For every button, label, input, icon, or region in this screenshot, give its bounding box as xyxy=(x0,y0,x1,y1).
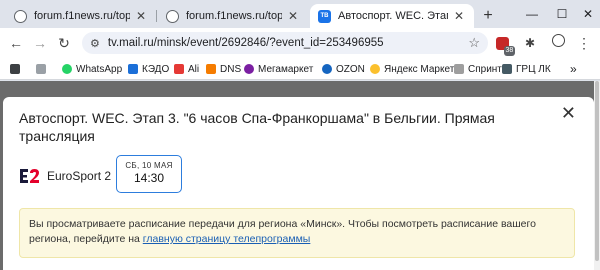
bookmark-folder-icon[interactable] xyxy=(36,61,50,77)
sprint-icon xyxy=(454,64,464,74)
bookmark-star-icon[interactable]: ☆ xyxy=(468,35,480,51)
profile-avatar-icon[interactable] xyxy=(548,33,568,53)
tab-strip: forum.f1news.ru/topic/72 ✕ forum.f1news.… xyxy=(0,0,600,28)
tv-favicon-icon: ТВ xyxy=(318,9,331,23)
back-button[interactable]: ← xyxy=(6,33,26,53)
scrollbar-thumb[interactable] xyxy=(595,81,599,261)
grc-icon xyxy=(502,64,512,74)
bookmark-label: ГРЦ ЛК xyxy=(516,63,551,75)
more-bookmarks-icon[interactable]: » xyxy=(570,61,577,77)
bookmark-label: Яндекс Маркет xyxy=(384,63,455,75)
tv-guide-link[interactable]: главную страницу телепрограммы xyxy=(143,233,311,245)
new-tab-button[interactable]: + xyxy=(478,6,498,26)
tab-divider xyxy=(156,10,157,22)
ozon-icon xyxy=(322,64,332,74)
tab-forum-2[interactable]: forum.f1news.ru/topic/70 ✕ xyxy=(158,4,308,28)
close-tab-icon[interactable]: ✕ xyxy=(452,9,466,23)
site-info-icon[interactable]: ⚙ xyxy=(90,37,100,50)
tab-title: Автоспорт. WEC. Этап 3. xyxy=(338,10,448,22)
apps-grid-icon[interactable] xyxy=(10,61,24,77)
bookmark-label: DNS xyxy=(220,63,242,75)
browser-toolbar: ← → ↻ ⚙ ☆ 38 ✱ ⋮ xyxy=(0,28,600,58)
yandex-market-icon xyxy=(370,64,380,74)
reload-button[interactable]: ↻ xyxy=(54,33,74,53)
channel-name: EuroSport 2 xyxy=(47,169,112,183)
bookmark-yandex-market[interactable]: Яндекс Маркет xyxy=(370,61,454,77)
bookmark-label: WhatsApp xyxy=(76,63,123,75)
close-tab-icon[interactable]: ✕ xyxy=(134,9,148,23)
extension-badge: 38 xyxy=(503,46,516,57)
channel-info: EuroSport 2 xyxy=(19,167,111,185)
event-modal: Автоспорт. WEC. Этап 3. "6 часов Спа-Фра… xyxy=(3,97,594,270)
page-scrollbar[interactable] xyxy=(594,81,600,270)
browser-window: forum.f1news.ru/topic/72 ✕ forum.f1news.… xyxy=(0,0,600,270)
close-window-button[interactable]: ✕ xyxy=(574,4,600,24)
eurosport-logo-icon xyxy=(20,169,39,183)
ali-icon xyxy=(174,64,184,74)
menu-kebab-icon[interactable]: ⋮ xyxy=(574,33,594,53)
page-overlay: Автоспорт. WEC. Этап 3. "6 часов Спа-Фра… xyxy=(0,81,600,270)
bookmark-label: КЭДО xyxy=(142,63,170,75)
megamarket-icon xyxy=(244,64,254,74)
whatsapp-icon xyxy=(62,64,72,74)
bookmark-kedo[interactable]: КЭДО xyxy=(128,61,169,77)
bookmark-label: Ali xyxy=(188,63,200,75)
globe-icon xyxy=(166,9,179,23)
slot-time: 14:30 xyxy=(133,171,165,185)
extension-button[interactable]: 38 xyxy=(492,33,516,57)
dns-icon xyxy=(206,64,216,74)
bookmark-dns[interactable]: DNS xyxy=(206,61,241,77)
forward-button[interactable]: → xyxy=(30,33,50,53)
bookmark-label: Мегамаркет xyxy=(258,63,314,75)
bookmarks-bar: WhatsApp КЭДО Ali DNS Мегамаркет OZON Ян… xyxy=(0,58,600,80)
minimize-button[interactable]: — xyxy=(518,4,546,24)
kedo-icon xyxy=(128,64,138,74)
region-notice: Вы просматриваете расписание передачи дл… xyxy=(19,208,575,258)
tab-title: forum.f1news.ru/topic/70 xyxy=(186,10,282,22)
folder-icon xyxy=(36,64,46,74)
slot-date: СБ, 10 МАЯ xyxy=(125,161,173,170)
bookmark-label: Спринт xyxy=(468,63,502,75)
bookmark-label: OZON xyxy=(336,63,365,75)
bookmark-ozon[interactable]: OZON xyxy=(322,61,365,77)
event-title: Автоспорт. WEC. Этап 3. "6 часов Спа-Фра… xyxy=(19,110,495,144)
bookmark-ali[interactable]: Ali xyxy=(174,61,199,77)
close-tab-icon[interactable]: ✕ xyxy=(286,9,300,23)
maximize-button[interactable]: ☐ xyxy=(548,4,576,24)
tab-title: forum.f1news.ru/topic/72 xyxy=(34,10,130,22)
extension-icon: 38 xyxy=(495,37,516,57)
extensions-puzzle-icon[interactable]: ✱ xyxy=(520,33,540,53)
tab-forum-1[interactable]: forum.f1news.ru/topic/72 ✕ xyxy=(6,4,157,28)
bookmark-sprint[interactable]: Спринт xyxy=(454,61,502,77)
bookmark-grc[interactable]: ГРЦ ЛК xyxy=(502,61,551,77)
bookmark-megamarket[interactable]: Мегамаркет xyxy=(244,61,313,77)
apps-icon xyxy=(10,64,20,74)
bookmark-whatsapp[interactable]: WhatsApp xyxy=(62,61,122,77)
tab-active-event[interactable]: ТВ Автоспорт. WEC. Этап 3. ✕ xyxy=(310,4,474,28)
globe-icon xyxy=(14,9,27,23)
address-bar[interactable]: ⚙ ☆ xyxy=(82,32,488,54)
url-input[interactable] xyxy=(107,37,448,49)
close-icon[interactable]: ✕ xyxy=(561,103,576,124)
broadcast-slot[interactable]: СБ, 10 МАЯ 14:30 xyxy=(116,155,182,193)
